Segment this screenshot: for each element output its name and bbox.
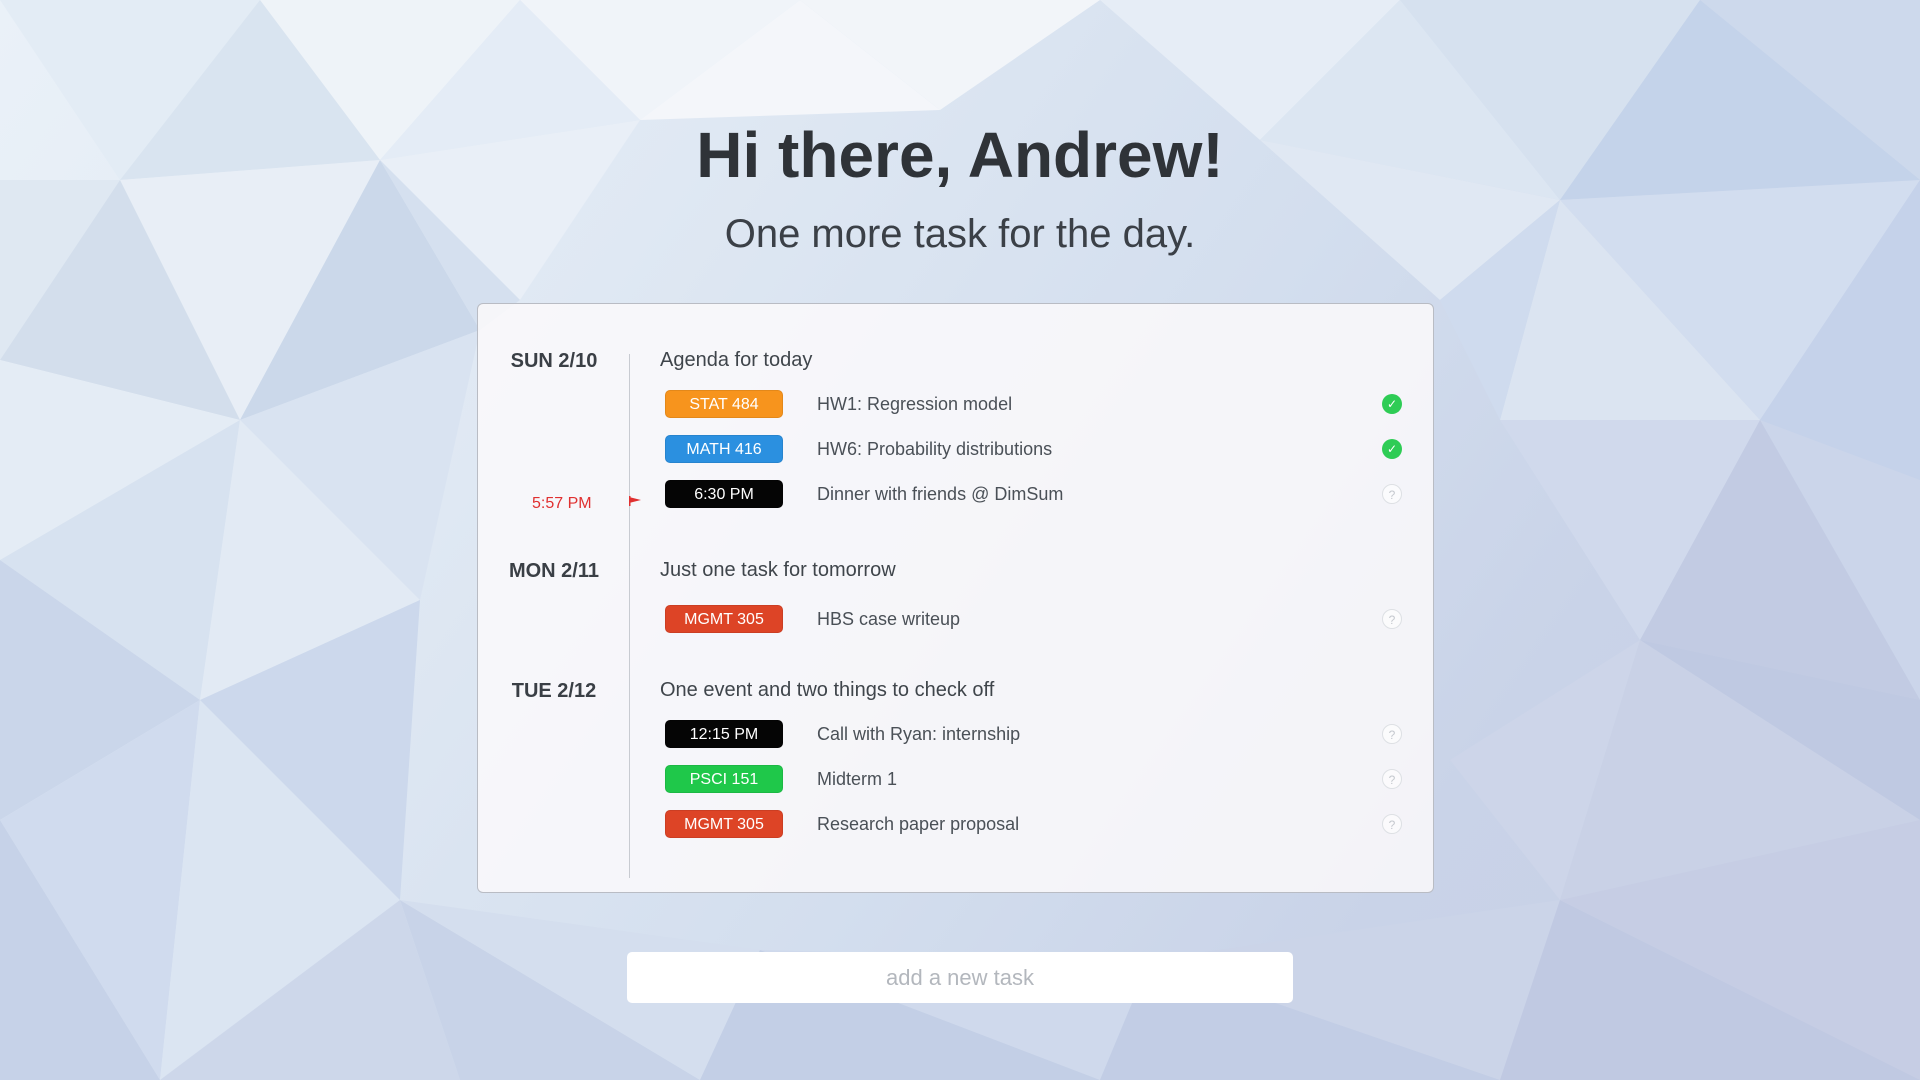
task-tag: MATH 416 [665,435,783,463]
check-icon[interactable]: ✓ [1382,439,1402,459]
task-tag: MGMT 305 [665,605,783,633]
task-text[interactable]: HW6: Probability distributions [817,435,1052,463]
greeting-subtitle: One more task for the day. [724,212,1196,256]
question-icon[interactable]: ? [1382,484,1402,504]
task-text[interactable]: Call with Ryan: internship [817,720,1020,748]
day-label: SUN 2/10 [510,350,598,372]
timeline-line [629,354,630,878]
day-label: TUE 2/12 [511,680,597,702]
task-tag: 6:30 PM [665,480,783,508]
question-icon[interactable]: ? [1382,724,1402,744]
check-icon[interactable]: ✓ [1382,394,1402,414]
task-text[interactable]: Research paper proposal [817,810,1019,838]
current-time-label: 5:57 PM [532,495,592,512]
task-tag: PSCI 151 [665,765,783,793]
day-heading: Just one task for tomorrow [660,559,896,581]
day-label: MON 2/11 [508,560,600,582]
task-text[interactable]: Dinner with friends @ DimSum [817,480,1063,508]
current-time-flag-icon [629,496,641,506]
question-icon[interactable]: ? [1382,609,1402,629]
task-tag: MGMT 305 [665,810,783,838]
question-icon[interactable]: ? [1382,814,1402,834]
day-heading: Agenda for today [660,349,813,371]
question-icon[interactable]: ? [1382,769,1402,789]
task-tag: STAT 484 [665,390,783,418]
task-tag: 12:15 PM [665,720,783,748]
task-text[interactable]: Midterm 1 [817,765,897,793]
add-task-input[interactable] [627,952,1293,1003]
task-text[interactable]: HBS case writeup [817,605,960,633]
task-text[interactable]: HW1: Regression model [817,390,1012,418]
greeting-title: Hi there, Andrew! [696,119,1224,191]
day-heading: One event and two things to check off [660,679,995,701]
agenda-panel: SUN 2/10 Agenda for today STAT 484 HW1: … [477,303,1434,893]
